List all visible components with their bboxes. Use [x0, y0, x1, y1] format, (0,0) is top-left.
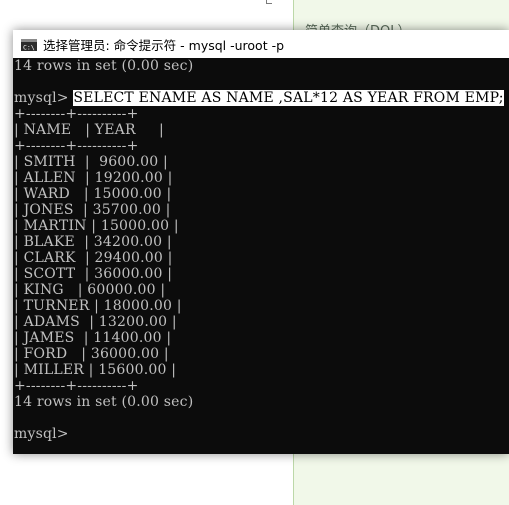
console-line: | FORD | 36000.00 |: [14, 346, 169, 362]
background-mark: [266, 0, 272, 4]
console-line: | SCOTT | 36000.00 |: [14, 266, 173, 282]
console-line: | BLAKE | 34200.00 |: [14, 234, 172, 250]
console-line: | CLARK | 29400.00 |: [14, 250, 173, 266]
console-line: | MILLER | 15600.00 |: [14, 362, 177, 378]
window-titlebar[interactable]: C:\ 选择管理员: 命令提示符 - mysql -uroot -p: [13, 30, 509, 58]
console-line: | KING | 60000.00 |: [14, 282, 166, 298]
console-line: +--------+----------+: [14, 378, 139, 394]
console-line: | JAMES | 11400.00 |: [14, 330, 172, 346]
console-line: | SMITH | 9600.00 |: [14, 154, 168, 170]
window-title: 选择管理员: 命令提示符 - mysql -uroot -p: [43, 37, 285, 53]
console-output[interactable]: 14 rows in set (0.00 sec) mysql> SELECT E…: [13, 58, 509, 454]
console-line: +--------+----------+: [14, 138, 139, 154]
console-line: 14 rows in set (0.00 sec): [14, 394, 194, 410]
desktop: 简单查询（DQL） C:\ 选择管理员: 命令提示符 - mysql -uroo…: [0, 0, 509, 505]
console-prompt: mysql>: [14, 90, 74, 106]
svg-text:C:\: C:\: [23, 44, 35, 52]
console-line: | MARTIN | 15000.00 |: [14, 218, 179, 234]
console-line: +--------+----------+: [14, 106, 139, 122]
console-line: | WARD | 15000.00 |: [14, 186, 172, 202]
console-line: mysql> SELECT ENAME AS NAME ,SAL*12 AS Y…: [14, 90, 509, 106]
command-prompt-window[interactable]: C:\ 选择管理员: 命令提示符 - mysql -uroot -p 14 ro…: [13, 30, 509, 454]
console-line: mysql>: [14, 426, 69, 442]
console-line: | NAME | YEAR |: [14, 122, 164, 138]
console-line: 14 rows in set (0.00 sec): [14, 58, 194, 74]
console-line: | ADAMS | 13200.00 |: [14, 314, 177, 330]
sql-command: SELECT ENAME AS NAME ,SAL*12 AS YEAR FRO…: [73, 90, 504, 106]
command-prompt-icon: C:\: [21, 38, 37, 52]
console-line: | ALLEN | 19200.00 |: [14, 170, 173, 186]
console-line: | JONES | 35700.00 |: [14, 202, 171, 218]
console-line: | TURNER | 18000.00 |: [14, 298, 182, 314]
